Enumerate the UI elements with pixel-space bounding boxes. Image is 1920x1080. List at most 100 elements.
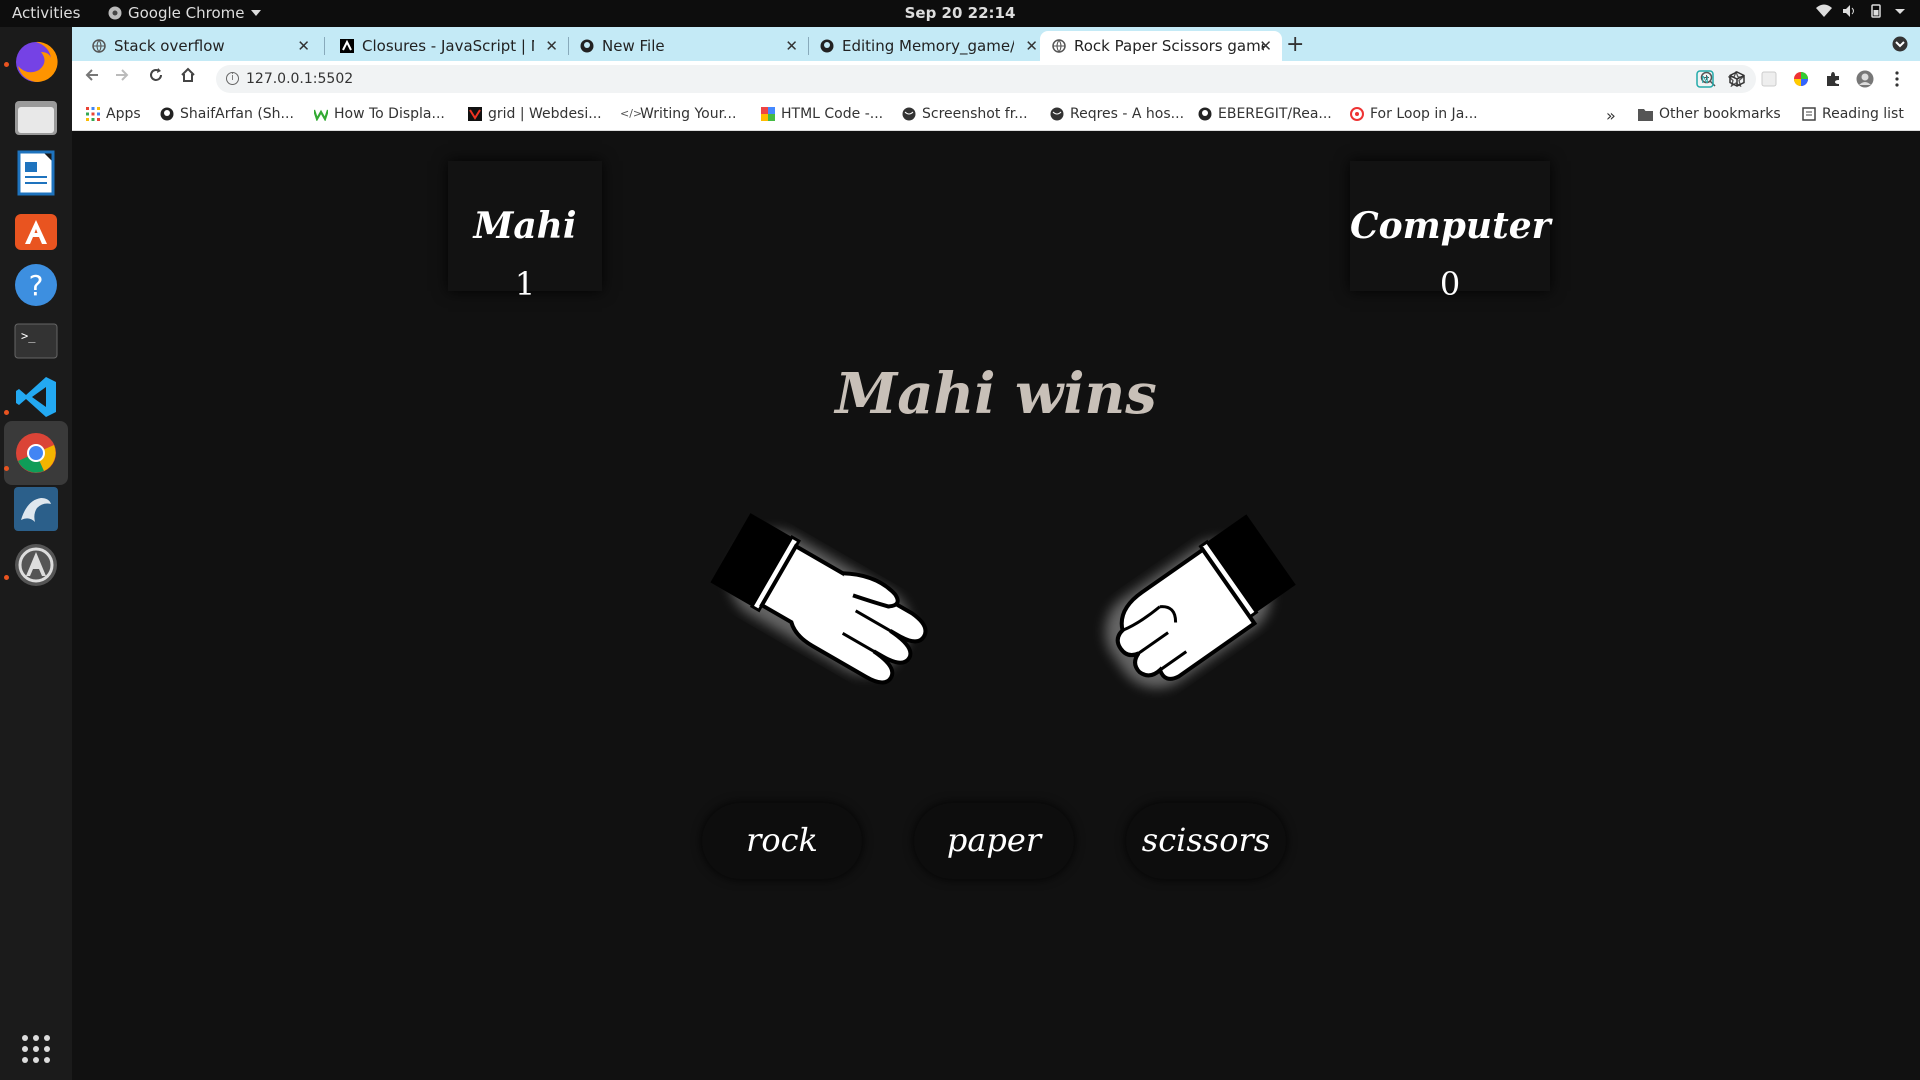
writer-launcher[interactable] <box>10 147 62 199</box>
other-bookmarks-folder[interactable]: Other bookmarks <box>1638 106 1781 122</box>
bookmark-label: Screenshot fr... <box>922 106 1028 122</box>
player-paper-hand-icon <box>710 513 928 685</box>
bookmark-item[interactable]: Screenshot fr... <box>902 106 1028 122</box>
scissors-button[interactable]: scissors <box>1126 803 1286 879</box>
svg-text:?: ? <box>29 269 44 302</box>
close-icon[interactable]: ✕ <box>297 37 310 55</box>
software-launcher[interactable] <box>10 203 62 255</box>
profile-avatar-icon[interactable] <box>1856 70 1874 88</box>
chrome-icon <box>16 433 56 473</box>
extensions-puzzle-icon[interactable] <box>1824 70 1842 88</box>
running-indicator <box>4 62 9 67</box>
close-icon[interactable]: ✕ <box>545 37 558 55</box>
browser-toolbar: i 127.0.0.1:5502 N <box>72 61 1920 97</box>
rock-button[interactable]: rock <box>702 803 862 879</box>
bookmark-item[interactable]: Reqres - A hos... <box>1050 106 1184 122</box>
bookmark-label: For Loop in Ja... <box>1370 106 1478 122</box>
close-icon[interactable]: ✕ <box>785 37 798 55</box>
bookmark-item[interactable]: ShaifArfan (Sh... <box>160 106 294 122</box>
player-score-card: Mahi 1 <box>448 161 602 303</box>
firefox-launcher[interactable] <box>10 35 62 87</box>
clock[interactable]: Sep 20 22:14 <box>0 4 1920 22</box>
battery-icon <box>1871 4 1881 18</box>
bookmark-item[interactable]: How To Displa... <box>314 106 445 122</box>
system-tray[interactable] <box>1816 4 1906 18</box>
bookmarks-bar: Apps ShaifArfan (Sh... How To Displa... … <box>72 97 1920 131</box>
player-score: 1 <box>514 265 536 303</box>
updater-launcher[interactable] <box>10 539 62 591</box>
tab-rock-paper-scissors[interactable]: Rock Paper Scissors game ✕ <box>1040 31 1282 61</box>
paper-button[interactable]: paper <box>914 803 1074 879</box>
terminal-launcher[interactable]: >_ <box>10 315 62 367</box>
mysql-workbench-launcher[interactable] <box>10 483 62 535</box>
result-message: Mahi wins <box>835 361 1157 427</box>
firefox-icon <box>16 41 58 82</box>
tab-strip: Stack overflow ✕ Closures - JavaScript |… <box>72 27 1920 61</box>
files-launcher[interactable] <box>10 91 62 143</box>
github-icon <box>160 107 174 121</box>
tab-closures-mdn[interactable]: Closures - JavaScript | MDN ✕ <box>328 31 568 61</box>
tab-editing-memory-game[interactable]: Editing Memory_game/README ✕ <box>808 31 1048 61</box>
show-apps-button[interactable] <box>10 1023 62 1075</box>
bookmark-label: EBEREGIT/Rea... <box>1218 106 1332 122</box>
extension-blank-icon[interactable] <box>1760 70 1778 88</box>
chrome-launcher[interactable] <box>4 421 68 485</box>
globe-icon <box>92 39 106 53</box>
kebab-menu-icon[interactable] <box>1888 70 1906 88</box>
extension-cube-icon[interactable] <box>1728 70 1746 88</box>
github-icon <box>1198 107 1212 121</box>
tab-new-file[interactable]: New File ✕ <box>568 31 808 61</box>
arrow-right-icon <box>116 69 129 81</box>
mdn-icon <box>340 39 354 53</box>
folder-icon <box>1638 108 1653 121</box>
address-bar[interactable]: i 127.0.0.1:5502 <box>216 65 1756 93</box>
bookmark-item[interactable]: </> Writing Your... <box>620 106 736 122</box>
extension-color-icon[interactable] <box>1792 70 1810 88</box>
tab-stack-overflow[interactable]: Stack overflow ✕ <box>80 31 320 61</box>
tab-separator <box>324 37 325 55</box>
bookmark-label: How To Displa... <box>334 106 445 122</box>
extension-n-icon[interactable]: N <box>1696 70 1714 88</box>
html-code-icon <box>761 107 775 121</box>
bookmark-label: Other bookmarks <box>1659 106 1781 122</box>
site-info-icon[interactable]: i <box>226 72 239 85</box>
tab-title: Editing Memory_game/README <box>842 37 1014 55</box>
github-icon <box>820 39 834 53</box>
mysql-workbench-icon <box>14 487 58 531</box>
home-button[interactable] <box>180 67 196 88</box>
bookmark-item[interactable]: For Loop in Ja... <box>1350 106 1478 122</box>
bookmark-item[interactable]: grid | Webdesi... <box>468 106 602 122</box>
new-tab-button[interactable]: + <box>1286 32 1304 57</box>
bookmark-label: HTML Code -... <box>781 106 884 122</box>
for-loop-icon <box>1350 107 1364 121</box>
code-icon: </> <box>620 107 643 120</box>
computer-name: Computer <box>1350 205 1551 247</box>
files-icon <box>15 101 57 135</box>
bookmark-item[interactable]: HTML Code -... <box>761 106 883 122</box>
webdesign-icon <box>468 107 482 121</box>
reading-list-button[interactable]: Reading list <box>1802 106 1904 122</box>
forward-button[interactable] <box>114 67 130 88</box>
wifi-icon <box>1816 4 1832 17</box>
bookmark-item[interactable]: EBEREGIT/Rea... <box>1198 106 1332 122</box>
running-indicator <box>4 410 9 415</box>
close-icon[interactable]: ✕ <box>1025 37 1038 55</box>
globe-icon <box>1052 39 1066 53</box>
back-button[interactable] <box>84 67 100 88</box>
bookmark-label: ShaifArfan (Sh... <box>180 106 294 122</box>
bookmark-apps[interactable]: Apps <box>86 106 141 122</box>
computer-score-card: Computer 0 <box>1350 161 1551 303</box>
game-page: Mahi 1 Computer 0 Mahi wins rock paper s… <box>72 131 1920 1080</box>
globe-icon <box>902 107 916 121</box>
reload-icon <box>150 68 162 81</box>
close-icon[interactable]: ✕ <box>1259 37 1272 55</box>
tab-title: New File <box>602 37 665 55</box>
reload-button[interactable] <box>148 67 164 88</box>
help-launcher[interactable]: ? <box>10 259 62 311</box>
bookmarks-overflow-button[interactable]: » <box>1606 106 1616 125</box>
vscode-launcher[interactable] <box>10 371 62 423</box>
tab-search-icon[interactable] <box>1892 36 1908 52</box>
github-icon <box>580 39 594 53</box>
tab-title: Closures - JavaScript | MDN <box>362 37 534 55</box>
reading-list-icon <box>1802 107 1816 121</box>
